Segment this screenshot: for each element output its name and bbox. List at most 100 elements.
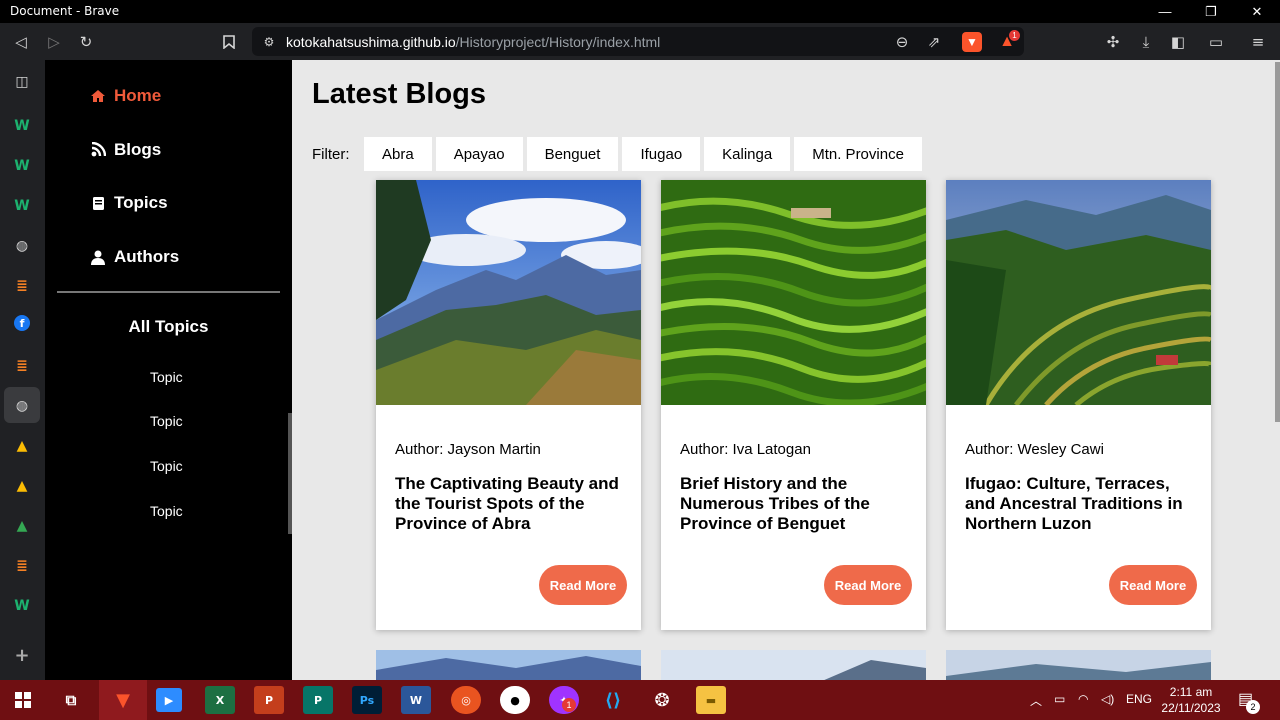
zoom-out-icon[interactable]: ⊖	[891, 31, 913, 53]
topic-link[interactable]: Topic	[150, 458, 183, 474]
show-hidden-icons[interactable]: ︿	[1030, 692, 1042, 709]
clock-date: 22/11/2023	[1161, 701, 1221, 715]
globe-icon[interactable]: ◍	[11, 395, 33, 417]
publisher-icon[interactable]: P	[303, 686, 333, 714]
blog-card: Author: Iva Latogan Brief History and th…	[661, 180, 926, 630]
read-more-button[interactable]: Read More	[539, 565, 627, 605]
blog-card-partial	[376, 650, 641, 680]
brave-shields-icon[interactable]: ▼	[962, 32, 982, 52]
language-indicator[interactable]: ENG	[1126, 692, 1152, 706]
page-scrollbar[interactable]	[1275, 60, 1280, 680]
add-panel-icon[interactable]: +	[11, 644, 33, 666]
nav-blogs[interactable]: Blogs	[90, 140, 161, 160]
blog-title[interactable]: The Captivating Beauty and the Tourist S…	[395, 474, 630, 534]
filter-benguet[interactable]: Benguet	[526, 137, 619, 171]
restore-button[interactable]: ❐	[1188, 0, 1234, 23]
ubuntu-icon[interactable]: ◎	[451, 686, 481, 714]
clock-time: 2:11 am	[1169, 685, 1213, 699]
url-text[interactable]: kotokahatsushima.github.io/Historyprojec…	[286, 34, 660, 50]
word-icon[interactable]: W	[401, 686, 431, 714]
zoom-icon[interactable]: ▶	[156, 688, 182, 712]
topic-link[interactable]: Topic	[150, 503, 183, 519]
stackoverflow-icon[interactable]: ≣	[11, 355, 33, 377]
facebook-icon[interactable]: f	[14, 315, 30, 331]
user-icon	[90, 250, 106, 265]
messenger-badge: 1	[562, 698, 576, 712]
google-drive-icon[interactable]: ▲	[11, 515, 33, 537]
page-title: Latest Blogs	[312, 78, 487, 110]
nav-authors-label: Authors	[114, 247, 180, 266]
blog-card-image	[661, 180, 926, 405]
blog-author: Author: Wesley Cawi	[965, 441, 1104, 458]
photoshop-icon[interactable]: Ps	[352, 686, 382, 714]
filter-label: Filter:	[312, 146, 350, 163]
filter-ifugao[interactable]: Ifugao	[622, 137, 701, 171]
google-drive-icon[interactable]: ▲	[11, 435, 33, 457]
filter-kalinga[interactable]: Kalinga	[704, 137, 791, 171]
filter-abra[interactable]: Abra	[364, 137, 432, 171]
extensions-icon[interactable]: ✣	[1102, 31, 1124, 53]
excel-icon[interactable]: X	[205, 686, 235, 714]
topic-link[interactable]: Topic	[150, 369, 183, 385]
windows-taskbar: ⧉ ▼ ▶ X P P Ps W ◎ ● ✦ 1 ⟨⟩ ❂ ▬ ︿ ▭ ◠ ◁)…	[0, 680, 1280, 720]
wifi-icon[interactable]: ◠	[1078, 692, 1088, 706]
nav-blogs-label: Blogs	[114, 140, 162, 159]
forward-icon[interactable]: ▷	[43, 31, 65, 53]
sidebar-divider	[57, 291, 280, 293]
back-icon[interactable]: ◁	[10, 31, 32, 53]
nav-authors[interactable]: Authors	[90, 247, 179, 267]
nav-home[interactable]: Home	[90, 86, 161, 106]
blog-card-partial	[946, 650, 1211, 680]
task-view-icon[interactable]: ⧉	[56, 686, 86, 714]
topic-link[interactable]: Topic	[150, 413, 183, 429]
share-icon[interactable]: ⇗	[923, 31, 945, 53]
downloads-icon[interactable]: ⤓	[1135, 31, 1157, 53]
github-icon[interactable]: ●	[500, 686, 530, 714]
blog-card-partial	[661, 650, 926, 680]
nav-topics[interactable]: Topics	[90, 193, 168, 213]
google-drive-icon[interactable]: ▲	[11, 475, 33, 497]
shield-count-badge: 1	[1009, 30, 1020, 41]
wattpad-icon[interactable]: W	[11, 155, 33, 177]
window-title-bar: Document - Brave — ❐ ✕	[0, 0, 1280, 23]
window-title: Document - Brave	[10, 4, 120, 18]
site-info-icon[interactable]: ⚙	[258, 31, 280, 53]
powerpoint-icon[interactable]: P	[254, 686, 284, 714]
menu-icon[interactable]: ≡	[1247, 31, 1269, 53]
globe-icon[interactable]: ◍	[11, 235, 33, 257]
minimize-button[interactable]: —	[1142, 0, 1188, 23]
address-bar[interactable]: ⚙ kotokahatsushima.github.io/Historyproj…	[252, 27, 1024, 56]
bookmark-icon[interactable]	[218, 31, 240, 53]
blog-icon	[90, 142, 106, 158]
filter-bar: Abra Apayao Benguet Ifugao Kalinga Mtn. …	[364, 137, 922, 171]
page-scrollbar-thumb[interactable]	[1275, 62, 1280, 422]
read-more-button[interactable]: Read More	[824, 565, 912, 605]
wattpad-icon[interactable]: W	[11, 195, 33, 217]
wattpad-icon[interactable]: W	[11, 115, 33, 137]
chatgpt-icon[interactable]: ❂	[647, 686, 677, 714]
site-sidebar: Home Blogs Topics Authors All Topics Top…	[45, 60, 292, 680]
filter-mtn-province[interactable]: Mtn. Province	[794, 137, 922, 171]
read-more-button[interactable]: Read More	[1109, 565, 1197, 605]
stackoverflow-icon[interactable]: ≣	[11, 555, 33, 577]
stackoverflow-icon[interactable]: ≣	[11, 275, 33, 297]
battery-icon[interactable]: ▭	[1054, 692, 1065, 706]
volume-icon[interactable]: ◁)	[1101, 692, 1114, 706]
system-clock[interactable]: 2:11 am 22/11/2023	[1160, 684, 1222, 716]
brave-taskbar-icon[interactable]: ▼	[99, 680, 147, 720]
close-button[interactable]: ✕	[1234, 0, 1280, 23]
blog-card-image	[376, 180, 641, 405]
blog-title[interactable]: Brief History and the Numerous Tribes of…	[680, 474, 915, 534]
vscode-icon[interactable]: ⟨⟩	[598, 686, 628, 714]
sidebar-panel-icon[interactable]: ◫	[11, 71, 33, 93]
wallet-icon[interactable]: ▭	[1205, 31, 1227, 53]
file-explorer-icon[interactable]: ▬	[696, 686, 726, 714]
windows-start-icon[interactable]	[8, 686, 38, 714]
reload-icon[interactable]: ↻	[75, 31, 97, 53]
sidebar-toggle-icon[interactable]: ◧	[1167, 31, 1189, 53]
wattpad-icon[interactable]: W	[11, 595, 33, 617]
filter-apayao[interactable]: Apayao	[435, 137, 523, 171]
blog-title[interactable]: Ifugao: Culture, Terraces, and Ancestral…	[965, 474, 1200, 534]
main-content: Latest Blogs Filter: Abra Apayao Benguet…	[292, 60, 1275, 680]
browser-side-panel: ◫ W W W ◍ ≣ f ≣ ◍ ▲ ▲ ▲ ≣ W +	[0, 60, 45, 680]
